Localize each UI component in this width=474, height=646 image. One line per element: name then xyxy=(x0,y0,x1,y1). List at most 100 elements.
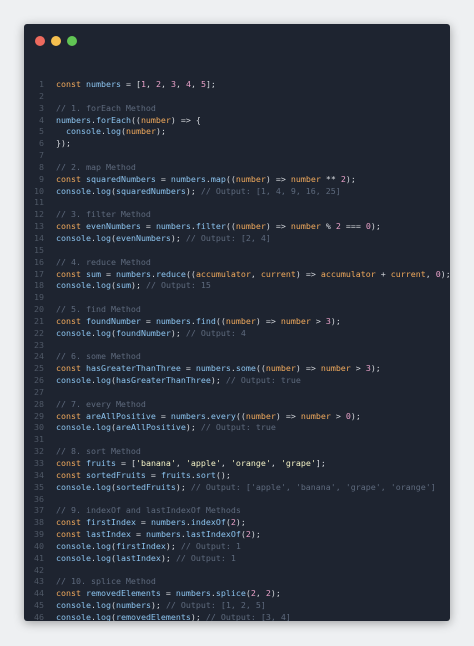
code-token: areAllPositive xyxy=(85,410,156,421)
line-number: 20 xyxy=(34,304,44,315)
line-number: 40 xyxy=(34,540,44,551)
code-token: = xyxy=(100,268,116,279)
code-token: ) => { xyxy=(170,114,201,125)
code-token: (( xyxy=(235,410,246,421)
code-line: 41 console.log(lastIndex); // Output: 1 xyxy=(24,553,450,565)
code-line: 17 const sum = numbers.reduce((accumulato… xyxy=(24,269,450,281)
code-token: ); xyxy=(440,268,450,279)
code-line: 29 const areAllPositive = numbers.every((… xyxy=(24,411,450,423)
code-token: numbers xyxy=(150,517,186,528)
code-token: accumulator xyxy=(320,268,376,279)
code-text: console.log(removedElements); // Output:… xyxy=(56,612,291,621)
code-line: 39 const lastIndex = numbers.lastIndexOf(… xyxy=(24,529,450,541)
code-token: 'banana' xyxy=(135,458,176,468)
code-text: const squaredNumbers = numbers.map((numb… xyxy=(56,174,356,186)
code-token: , xyxy=(220,458,231,468)
close-window-button[interactable] xyxy=(35,36,45,46)
code-token: , xyxy=(145,79,156,89)
code-token: console xyxy=(56,611,91,621)
code-line: 36 xyxy=(24,494,450,506)
line-number: 38 xyxy=(34,517,44,528)
code-line: 1 const numbers = [1, 2, 3, 4, 5]; xyxy=(24,79,450,91)
code-token: , xyxy=(190,79,201,89)
code-line: 38 const firstIndex = numbers.indexOf(2); xyxy=(24,517,450,529)
code-token: const xyxy=(56,268,86,279)
code-text: // 4. reduce Method xyxy=(56,257,151,269)
code-token: = xyxy=(155,410,171,421)
line-number: 17 xyxy=(34,268,44,279)
code-text: // 6. some Method xyxy=(56,351,141,363)
code-token: // 7. every Method xyxy=(56,398,146,409)
line-number: 13 xyxy=(34,221,44,232)
line-number: 19 xyxy=(34,292,44,303)
code-text: console.log(areAllPositive); // Output: … xyxy=(56,422,276,434)
code-line: 33 const fruits = ['banana', 'apple', 'or… xyxy=(24,458,450,470)
code-token: ); xyxy=(330,315,341,326)
code-token: (); xyxy=(215,469,231,480)
code-token: // Output: [1, 2, 5] xyxy=(165,600,266,611)
code-line: 18 console.log(sum); // Output: 15 xyxy=(24,280,450,292)
code-editor[interactable]: 1 const numbers = [1, 2, 3, 4, 5]; 2 3 // 1.… xyxy=(24,79,450,621)
code-line: 31 xyxy=(24,434,450,446)
code-token: reduce xyxy=(155,268,186,279)
code-token: const xyxy=(56,588,86,599)
code-token: // 10. splice Method xyxy=(56,576,156,587)
line-number: 21 xyxy=(34,315,44,326)
code-token: log xyxy=(95,232,111,243)
code-token: ); xyxy=(250,529,261,540)
code-token: number xyxy=(235,221,266,232)
code-token: number xyxy=(125,126,156,137)
code-token: ]; xyxy=(205,79,216,89)
code-line: 12 // 3. filter Method xyxy=(24,209,450,221)
code-token: // Output: ['apple', 'banana', 'grape', … xyxy=(190,481,436,492)
code-token: const xyxy=(56,315,86,326)
code-token: ); xyxy=(170,232,186,243)
code-token: fruits xyxy=(85,458,116,468)
code-token: ** xyxy=(320,173,341,184)
code-token: log xyxy=(95,540,111,551)
code-token: fruits xyxy=(160,469,191,480)
code-token: number xyxy=(290,221,321,232)
code-token: log xyxy=(105,126,121,137)
code-token: log xyxy=(95,481,111,492)
code-token: const xyxy=(56,469,86,480)
code-token: = xyxy=(155,173,171,184)
line-number: 24 xyxy=(34,351,44,362)
minimize-window-button[interactable] xyxy=(51,36,61,46)
code-line: 40 console.log(firstIndex); // Output: 1 xyxy=(24,541,450,553)
line-number: 32 xyxy=(34,446,44,457)
code-token: console xyxy=(56,481,91,492)
code-token: squaredNumbers xyxy=(115,185,186,196)
line-number: 26 xyxy=(34,375,44,386)
code-token: ) => xyxy=(275,410,301,421)
line-number: 7 xyxy=(39,150,44,161)
code-token: , xyxy=(255,588,266,599)
line-number: 5 xyxy=(39,126,44,137)
code-line: 26 console.log(hasGreaterThanThree); // O… xyxy=(24,375,450,387)
code-token: // 9. indexOf and lastIndexOf Methods xyxy=(56,505,241,516)
code-token: number xyxy=(225,315,256,326)
code-token: ); xyxy=(160,552,176,563)
code-token: find xyxy=(195,315,216,326)
code-line: 5 console.log(number); xyxy=(24,126,450,138)
maximize-window-button[interactable] xyxy=(67,36,77,46)
line-number: 46 xyxy=(34,611,44,621)
code-token: number xyxy=(300,410,331,421)
code-token: // 4. reduce Method xyxy=(56,256,151,267)
code-text: const hasGreaterThanThree = numbers.some… xyxy=(56,363,381,375)
code-line: 13 const evenNumbers = numbers.filter((nu… xyxy=(24,221,450,233)
line-number: 12 xyxy=(34,209,44,220)
code-token: number xyxy=(280,315,311,326)
code-text: console.log(numbers); // Output: [1, 2, … xyxy=(56,600,266,612)
code-text: const removedElements = numbers.splice(2… xyxy=(56,588,281,600)
code-token: ); xyxy=(130,280,146,291)
code-line: 37 // 9. indexOf and lastIndexOf Methods xyxy=(24,505,450,517)
line-number: 10 xyxy=(34,185,44,196)
code-text: console.log(foundNumber); // Output: 4 xyxy=(56,328,246,340)
code-token: const xyxy=(56,79,86,89)
code-text: }); xyxy=(56,138,71,150)
code-token: // Output: [1, 4, 9, 16, 25] xyxy=(200,185,341,196)
code-token: console xyxy=(66,126,101,137)
code-token: , xyxy=(270,458,281,468)
